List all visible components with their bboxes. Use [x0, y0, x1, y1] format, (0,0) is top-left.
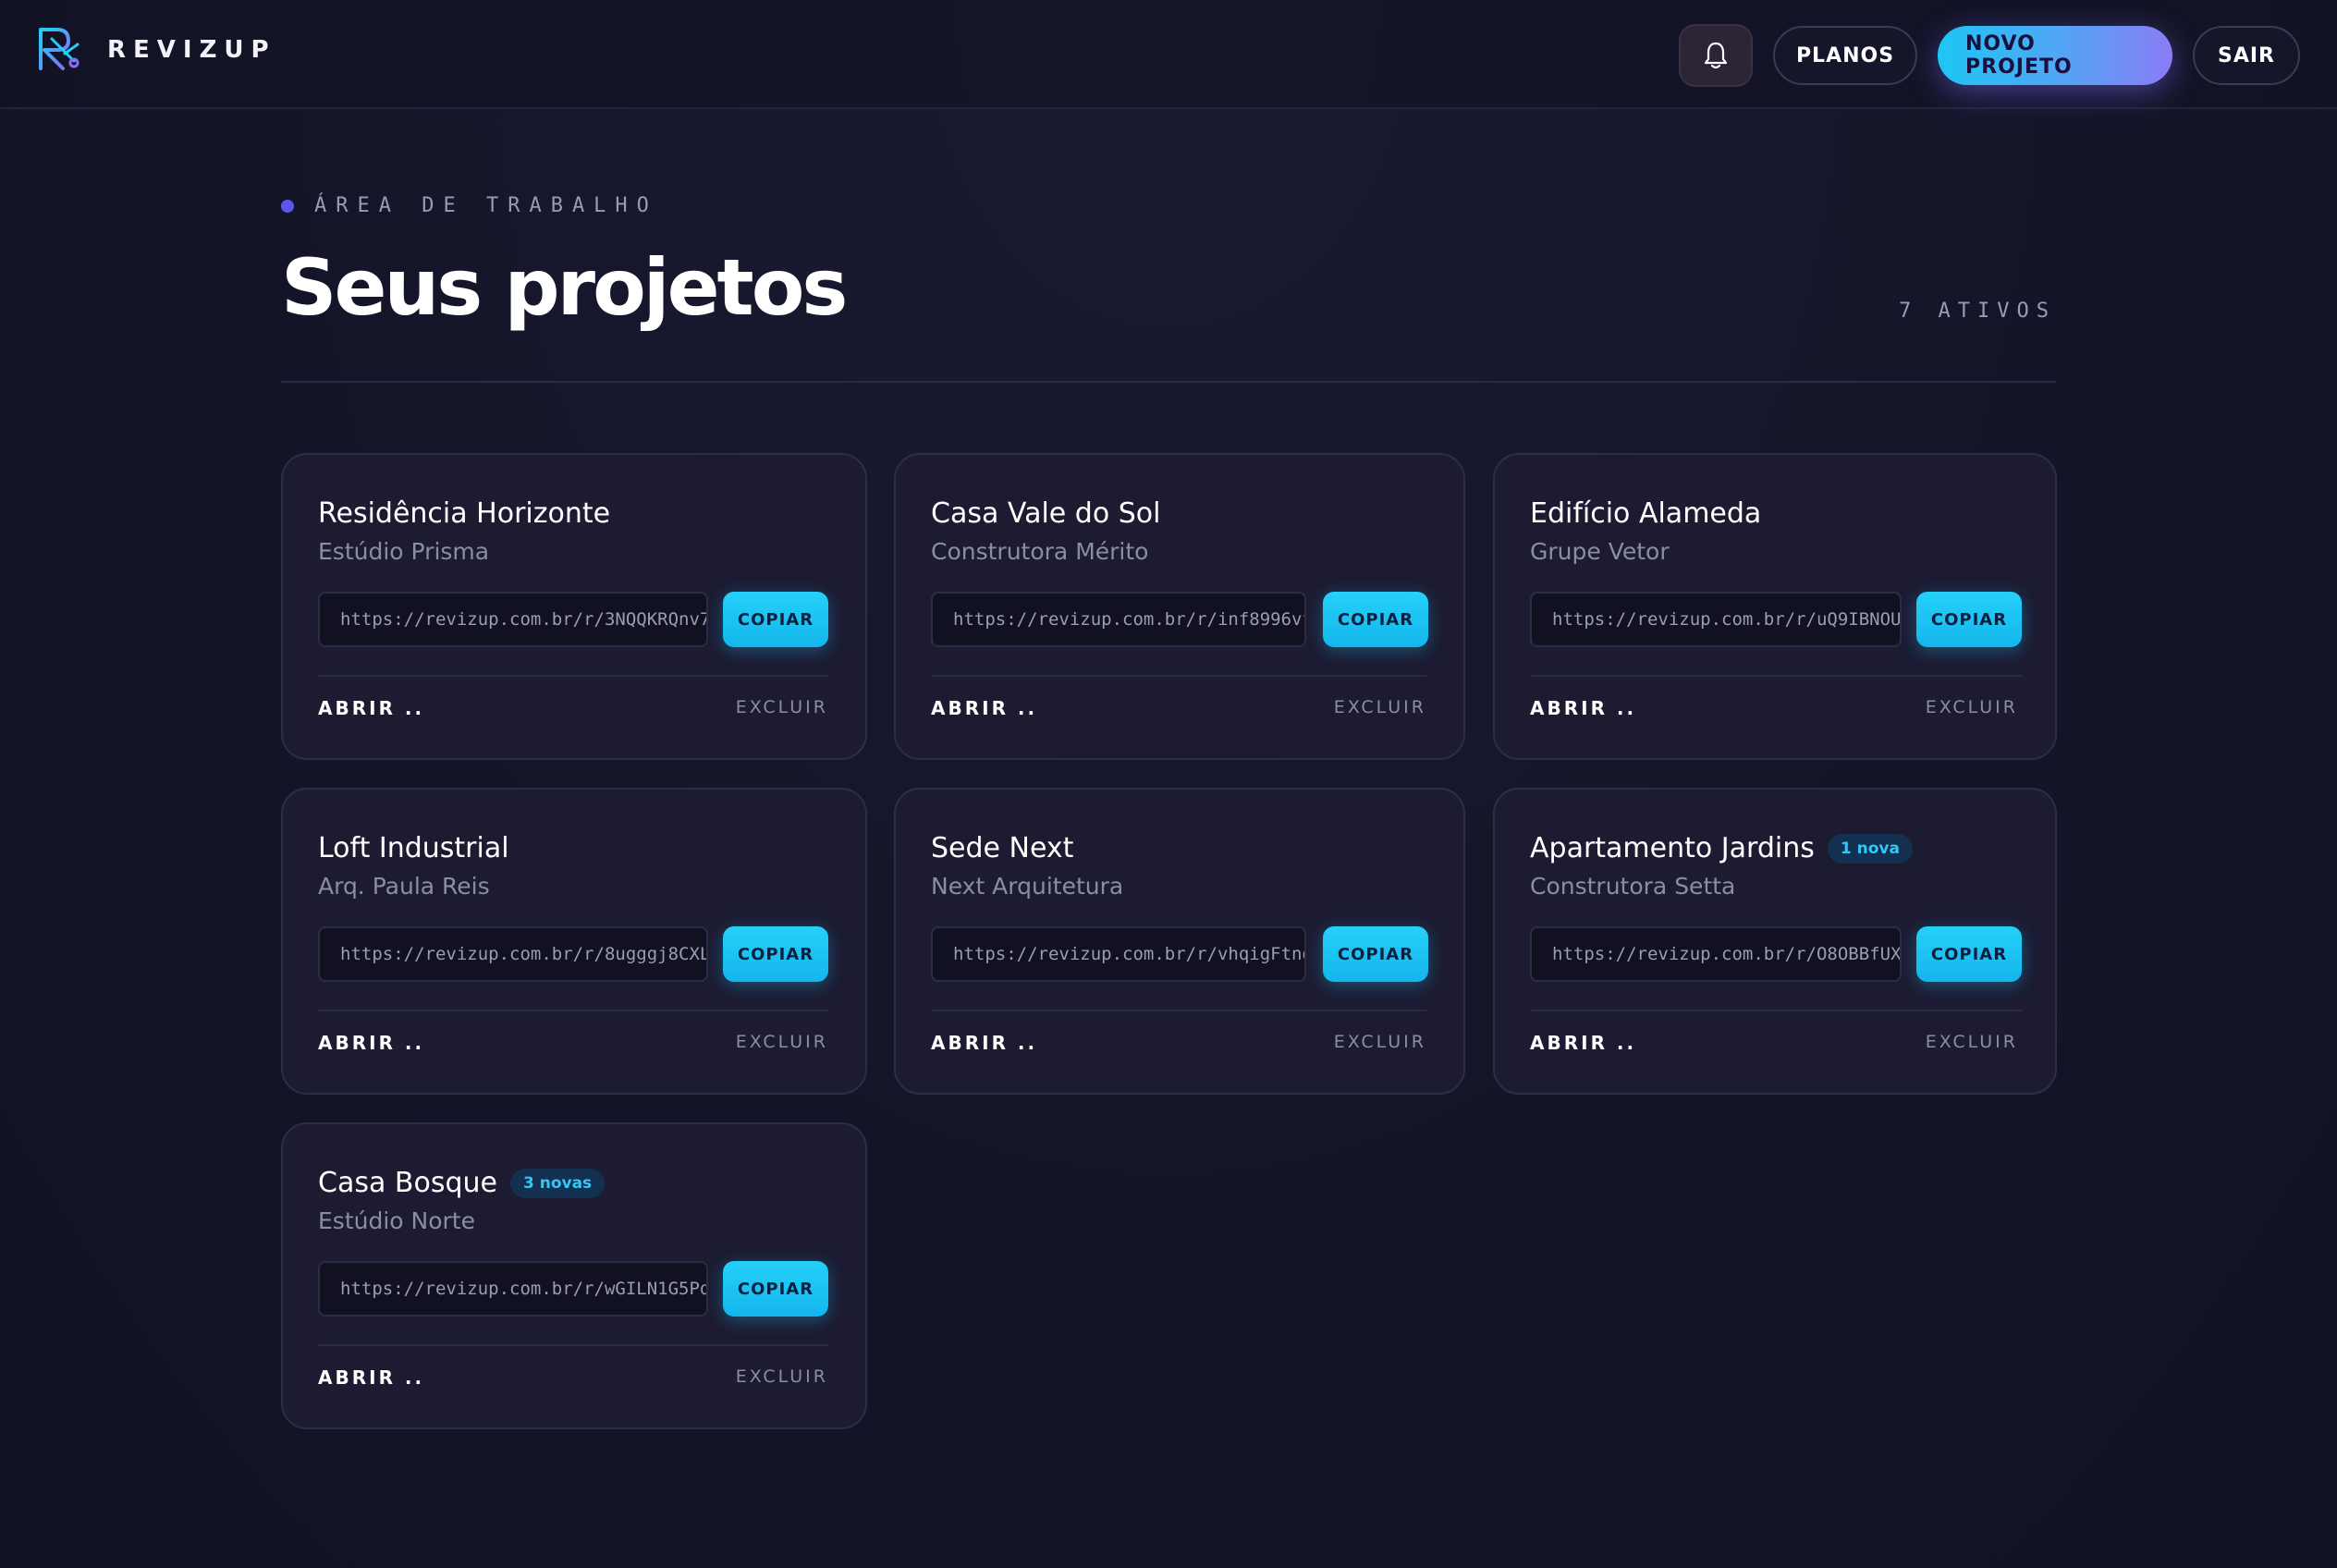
- share-link-field[interactable]: https://revizup.com.br/r/wGILN1G5Pqu: [318, 1261, 708, 1317]
- open-project-link[interactable]: ABRIR ..: [1530, 1032, 1636, 1054]
- project-client: Grupe Vetor: [1530, 538, 1670, 565]
- share-link-field[interactable]: https://revizup.com.br/r/8ugggj8CXLa: [318, 926, 708, 982]
- project-name: Casa Bosque: [318, 1167, 497, 1199]
- delete-project-link[interactable]: EXCLUIR: [1926, 1032, 2018, 1052]
- logo-mark-icon: [39, 28, 80, 70]
- top-bar: REVIZUP PLANOS NOVO PROJETO SAIR: [0, 0, 2337, 109]
- eyebrow-label: ÁREA DE TRABALHO: [314, 194, 658, 217]
- card-title-row: Residência Horizonte: [318, 497, 610, 530]
- share-link-field[interactable]: https://revizup.com.br/r/uQ9IBNOU7: [1530, 592, 1902, 647]
- bell-icon: [1704, 42, 1728, 69]
- logout-button[interactable]: SAIR: [2193, 26, 2300, 85]
- share-link-field[interactable]: https://revizup.com.br/r/O8OBBfUXE: [1530, 926, 1902, 982]
- brand-logo[interactable]: REVIZUP: [35, 26, 276, 74]
- project-card: Casa Bosque 3 novas Estúdio Norte https:…: [281, 1122, 867, 1429]
- section-eyebrow: ÁREA DE TRABALHO: [281, 194, 658, 217]
- project-client: Estúdio Norte: [318, 1207, 475, 1234]
- header-nav: PLANOS NOVO PROJETO SAIR: [1679, 24, 2300, 87]
- card-title-row: Sede Next: [931, 832, 1073, 864]
- project-client: Next Arquitetura: [931, 873, 1124, 900]
- copy-link-button[interactable]: COPIAR: [1323, 592, 1428, 647]
- project-card: Sede Next Next Arquitetura https://reviz…: [894, 788, 1465, 1095]
- card-divider: [318, 1010, 828, 1011]
- card-divider: [318, 1344, 828, 1346]
- project-name: Residência Horizonte: [318, 497, 611, 530]
- share-link-field[interactable]: https://revizup.com.br/r/vhqigFtnd5: [931, 926, 1306, 982]
- copy-link-button[interactable]: COPIAR: [1916, 926, 2022, 982]
- copy-link-button[interactable]: COPIAR: [1323, 926, 1428, 982]
- open-project-link[interactable]: ABRIR ..: [1530, 697, 1636, 719]
- copy-link-button[interactable]: COPIAR: [723, 926, 828, 982]
- delete-project-link[interactable]: EXCLUIR: [736, 1032, 828, 1052]
- project-client: Construtora Setta: [1530, 873, 1736, 900]
- new-project-button[interactable]: NOVO PROJETO: [1938, 26, 2172, 85]
- project-card: Loft Industrial Arq. Paula Reis https://…: [281, 788, 867, 1095]
- delete-project-link[interactable]: EXCLUIR: [1334, 1032, 1426, 1052]
- new-revisions-badge: 1 nova: [1827, 833, 1913, 864]
- project-client: Estúdio Prisma: [318, 538, 490, 565]
- project-name: Edifício Alameda: [1530, 497, 1762, 530]
- page-title: Seus projetos: [281, 242, 848, 333]
- brand-name: REVIZUP: [107, 36, 276, 64]
- project-name: Casa Vale do Sol: [931, 497, 1161, 530]
- notifications-button[interactable]: [1679, 24, 1753, 87]
- project-card: Edifício Alameda Grupe Vetor https://rev…: [1493, 453, 2057, 760]
- delete-project-link[interactable]: EXCLUIR: [1334, 697, 1426, 717]
- project-name: Apartamento Jardins: [1530, 832, 1815, 864]
- project-client: Construtora Mérito: [931, 538, 1149, 565]
- card-title-row: Casa Vale do Sol: [931, 497, 1160, 530]
- project-client: Arq. Paula Reis: [318, 873, 490, 900]
- delete-project-link[interactable]: EXCLUIR: [736, 697, 828, 717]
- share-link-field[interactable]: https://revizup.com.br/r/inf8996vfl: [931, 592, 1306, 647]
- project-card: Residência Horizonte Estúdio Prisma http…: [281, 453, 867, 760]
- copy-link-button[interactable]: COPIAR: [723, 1261, 828, 1317]
- project-name: Loft Industrial: [318, 832, 509, 864]
- project-card: Casa Vale do Sol Construtora Mérito http…: [894, 453, 1465, 760]
- card-title-row: Edifício Alameda: [1530, 497, 1761, 530]
- project-name: Sede Next: [931, 832, 1074, 864]
- card-divider: [931, 675, 1426, 677]
- card-divider: [931, 1010, 1426, 1011]
- card-title-row: Casa Bosque 3 novas: [318, 1167, 606, 1199]
- card-divider: [318, 675, 828, 677]
- share-link-field[interactable]: https://revizup.com.br/r/3NQQKRQnv7y: [318, 592, 708, 647]
- new-revisions-badge: 3 novas: [509, 1168, 606, 1198]
- open-project-link[interactable]: ABRIR ..: [931, 697, 1037, 719]
- open-project-link[interactable]: ABRIR ..: [318, 1366, 424, 1389]
- project-card: Apartamento Jardins 1 nova Construtora S…: [1493, 788, 2057, 1095]
- delete-project-link[interactable]: EXCLUIR: [1926, 697, 2018, 717]
- copy-link-button[interactable]: COPIAR: [723, 592, 828, 647]
- plans-button[interactable]: PLANOS: [1773, 26, 1917, 85]
- open-project-link[interactable]: ABRIR ..: [931, 1032, 1037, 1054]
- delete-project-link[interactable]: EXCLUIR: [736, 1366, 828, 1387]
- copy-link-button[interactable]: COPIAR: [1916, 592, 2022, 647]
- section-divider: [281, 381, 2056, 383]
- card-divider: [1530, 675, 2022, 677]
- card-title-row: Apartamento Jardins 1 nova: [1530, 832, 1913, 864]
- card-title-row: Loft Industrial: [318, 832, 509, 864]
- eyebrow-dot: [281, 199, 294, 213]
- open-project-link[interactable]: ABRIR ..: [318, 1032, 424, 1054]
- open-project-link[interactable]: ABRIR ..: [318, 697, 424, 719]
- active-count: 7 ATIVOS: [1899, 300, 2056, 323]
- card-divider: [1530, 1010, 2022, 1011]
